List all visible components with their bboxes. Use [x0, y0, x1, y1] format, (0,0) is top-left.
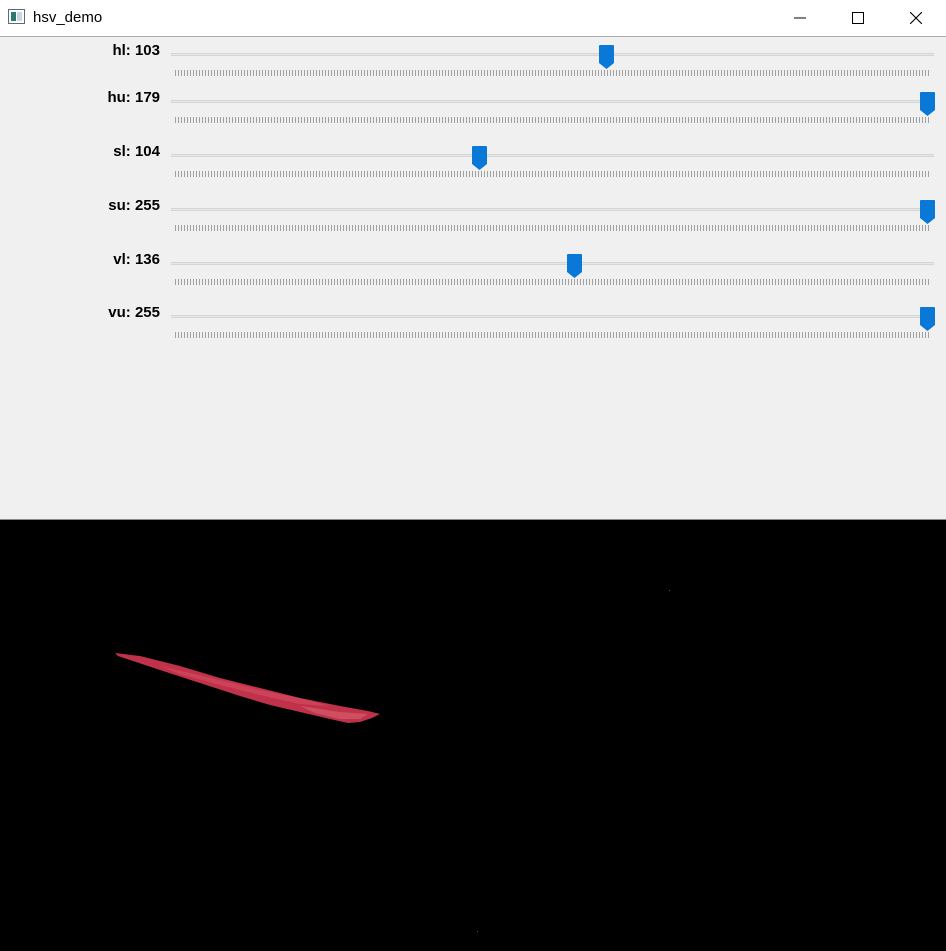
close-icon	[910, 12, 922, 24]
mask-image-view	[0, 519, 946, 951]
trackbar-ticks	[175, 171, 930, 177]
trackbar-track[interactable]	[171, 154, 934, 157]
maximize-icon	[852, 12, 864, 24]
trackbar-thumb[interactable]	[567, 254, 583, 279]
trackbar-track[interactable]	[171, 315, 934, 318]
trackbar-label: sl: 104	[113, 143, 160, 160]
trackbar-hl: hl: 103	[0, 40, 946, 80]
trackbar-track[interactable]	[171, 208, 934, 211]
trackbar-label: hu: 179	[107, 89, 160, 106]
minimize-icon	[794, 17, 806, 19]
trackbar-ticks	[175, 332, 930, 338]
trackbar-su: su: 255	[0, 195, 946, 235]
trackbar-label: hl: 103	[112, 42, 160, 59]
maximize-button[interactable]	[829, 0, 887, 36]
trackbar-ticks	[175, 225, 930, 231]
hsv-demo-window: hsv_demo hl: 103 hu: 179 sl: 104 su: 255…	[0, 0, 946, 951]
mask-image	[115, 590, 670, 932]
trackbar-label: vu: 255	[108, 304, 160, 321]
trackbar-track[interactable]	[171, 53, 934, 56]
trackbar-thumb[interactable]	[472, 146, 488, 171]
trackbar-vl: vl: 136	[0, 249, 946, 289]
trackbar-track[interactable]	[171, 100, 934, 103]
trackbar-track[interactable]	[171, 262, 934, 265]
trackbar-vu: vu: 255	[0, 302, 946, 342]
trackbar-hu: hu: 179	[0, 87, 946, 127]
minimize-button[interactable]	[771, 0, 829, 36]
trackbar-label: vl: 136	[113, 251, 160, 268]
trackbar-thumb[interactable]	[920, 92, 935, 117]
trackbar-sl: sl: 104	[0, 141, 946, 181]
trackbar-ticks	[175, 70, 930, 76]
trackbar-thumb[interactable]	[920, 307, 935, 332]
trackbar-thumb[interactable]	[920, 200, 935, 225]
close-button[interactable]	[887, 0, 945, 36]
trackbar-ticks	[175, 279, 930, 285]
title-bar[interactable]: hsv_demo	[0, 0, 946, 37]
trackbar-thumb[interactable]	[599, 45, 615, 70]
window-title: hsv_demo	[33, 9, 103, 26]
app-icon	[8, 9, 25, 24]
trackbar-label: su: 255	[108, 197, 160, 214]
trackbar-ticks	[175, 117, 930, 123]
